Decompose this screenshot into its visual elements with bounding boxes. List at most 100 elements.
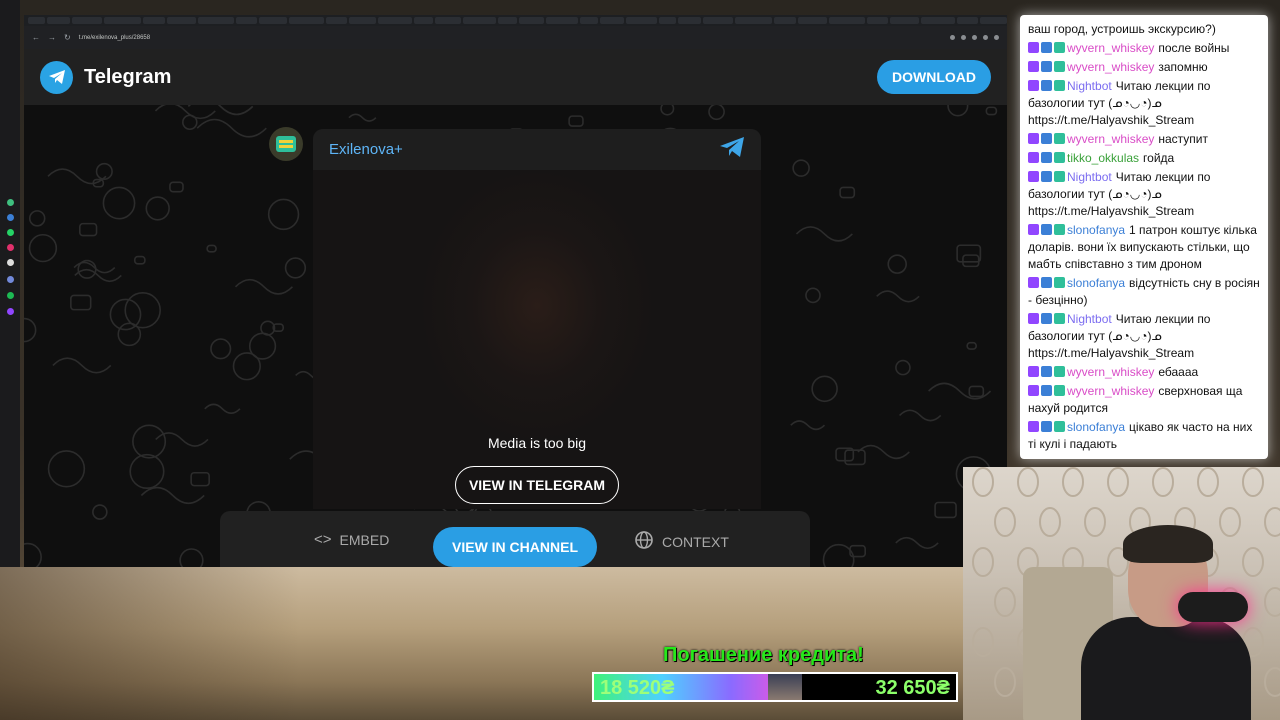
embed-button[interactable]: <> EMBED <box>314 531 389 548</box>
channel-avatar[interactable] <box>269 127 303 161</box>
chat-username[interactable]: slonofanya <box>1067 223 1125 237</box>
doodle-shape <box>206 244 217 253</box>
chat-badge-icon <box>1028 133 1039 144</box>
forward-arrow-icon[interactable]: → <box>48 33 56 42</box>
chat-username[interactable]: Nightbot <box>1067 312 1112 326</box>
telegram-logo-icon[interactable] <box>40 60 73 94</box>
whatsapp-icon[interactable] <box>7 229 14 236</box>
doodle-shape <box>895 536 939 550</box>
twitch-icon[interactable] <box>7 308 14 315</box>
browser-tab[interactable] <box>142 17 166 24</box>
download-button[interactable]: DOWNLOAD <box>877 60 991 94</box>
wallpaper-motif <box>994 587 1016 617</box>
browser-tab[interactable] <box>348 17 376 24</box>
extension-icon[interactable] <box>972 35 977 40</box>
chat-username[interactable]: Nightbot <box>1067 170 1112 184</box>
chat-badge-icon <box>1028 385 1039 396</box>
extension-icon[interactable] <box>983 35 988 40</box>
browser-tab[interactable] <box>435 17 462 24</box>
chat-text: после войны <box>1158 41 1230 55</box>
app-icon[interactable] <box>7 199 14 206</box>
chat-badge-icon <box>1041 421 1052 432</box>
x-icon[interactable] <box>7 259 14 266</box>
browser-tab[interactable] <box>957 17 978 24</box>
extension-icon[interactable] <box>950 35 955 40</box>
view-in-channel-button[interactable]: VIEW IN CHANNEL <box>433 527 597 567</box>
browser-tab[interactable] <box>498 17 517 24</box>
browser-tab[interactable] <box>198 17 234 24</box>
channel-name-link[interactable]: Exilenova+ <box>329 141 403 158</box>
browser-tab[interactable] <box>703 17 734 24</box>
browser-tab[interactable] <box>326 17 347 24</box>
browser-tab[interactable] <box>28 17 45 24</box>
browser-tab[interactable] <box>546 17 579 24</box>
chat-username[interactable]: tikko_okkulas <box>1067 151 1139 165</box>
discord-icon[interactable] <box>7 276 14 283</box>
chat-message: slonofanya цікаво як часто на них ті кулі… <box>1028 419 1260 453</box>
browser-tab[interactable] <box>599 17 625 24</box>
doodle-shape <box>145 196 170 221</box>
profile-icon[interactable] <box>994 35 999 40</box>
chat-username[interactable]: slonofanya <box>1067 276 1125 290</box>
browser-tab[interactable] <box>167 17 197 24</box>
wallpaper-motif <box>1197 467 1219 497</box>
browser-tab[interactable] <box>890 17 919 24</box>
browser-tab[interactable] <box>979 17 1007 24</box>
post-media-placeholder: Media is too big VIEW IN TELEGRAM <box>313 170 761 509</box>
extension-icon[interactable] <box>961 35 966 40</box>
browser-tab[interactable] <box>463 17 497 24</box>
chat-username[interactable]: wyvern_whiskey <box>1067 384 1154 398</box>
spotify-icon[interactable] <box>7 292 14 299</box>
browser-tab[interactable] <box>518 17 545 24</box>
browser-tab[interactable] <box>798 17 828 24</box>
browser-tab[interactable] <box>920 17 956 24</box>
chat-username[interactable]: wyvern_whiskey <box>1067 41 1154 55</box>
chat-message: wyvern_whiskey после войны <box>1028 40 1260 57</box>
doodle-shape <box>790 420 826 431</box>
telegram-brand[interactable]: Telegram <box>84 66 171 89</box>
chat-username[interactable]: wyvern_whiskey <box>1067 365 1154 379</box>
browser-tab[interactable] <box>735 17 772 24</box>
url-field[interactable]: t.me/exilenova_plus/28658 <box>79 35 150 41</box>
browser-tab[interactable] <box>829 17 865 24</box>
browser-tab[interactable] <box>677 17 702 24</box>
doodle-shape <box>232 352 261 381</box>
chat-username[interactable]: wyvern_whiskey <box>1067 60 1154 74</box>
browser-tab[interactable] <box>104 17 141 24</box>
doodle-shape <box>28 210 46 227</box>
chat-badge-icon <box>1054 152 1065 163</box>
view-in-telegram-button[interactable]: VIEW IN TELEGRAM <box>455 466 619 504</box>
browser-tab[interactable] <box>659 17 676 24</box>
doodle-shape <box>24 317 37 343</box>
embed-label: EMBED <box>339 531 390 548</box>
browser-tab[interactable] <box>46 17 71 24</box>
post-card: Exilenova+ Media is too big VIEW IN TELE… <box>313 129 761 509</box>
browser-tab[interactable] <box>377 17 412 24</box>
chat-username[interactable]: wyvern_whiskey <box>1067 132 1154 146</box>
browser-tab[interactable] <box>289 17 325 24</box>
code-brackets-icon: <> <box>314 531 332 548</box>
back-arrow-icon[interactable]: ← <box>32 33 40 42</box>
browser-tab[interactable] <box>580 17 598 24</box>
doodle-shape <box>887 254 907 274</box>
browser-tab[interactable] <box>259 17 288 24</box>
browser-tab[interactable] <box>235 17 258 24</box>
browser-tab[interactable] <box>413 17 434 24</box>
browser-tab-strip[interactable] <box>24 15 1007 26</box>
instagram-icon[interactable] <box>7 244 14 251</box>
telegram-plane-icon[interactable] <box>719 136 745 163</box>
reload-icon[interactable]: ↻ <box>64 33 71 42</box>
media-too-big-text: Media is too big <box>487 435 587 451</box>
chat-badge-icon <box>1054 313 1065 324</box>
app-icon[interactable] <box>7 214 14 221</box>
browser-tab[interactable] <box>626 17 658 24</box>
chat-username[interactable]: Nightbot <box>1067 79 1112 93</box>
doodle-shape <box>190 471 210 487</box>
chat-badge-icon <box>1041 224 1052 235</box>
browser-tab[interactable] <box>72 17 103 24</box>
browser-tab[interactable] <box>773 17 797 24</box>
chat-username[interactable]: slonofanya <box>1067 420 1125 434</box>
browser-tab[interactable] <box>866 17 889 24</box>
context-button[interactable]: CONTEXT <box>634 530 729 553</box>
donation-current-amount: 18 520₴ <box>600 677 675 699</box>
